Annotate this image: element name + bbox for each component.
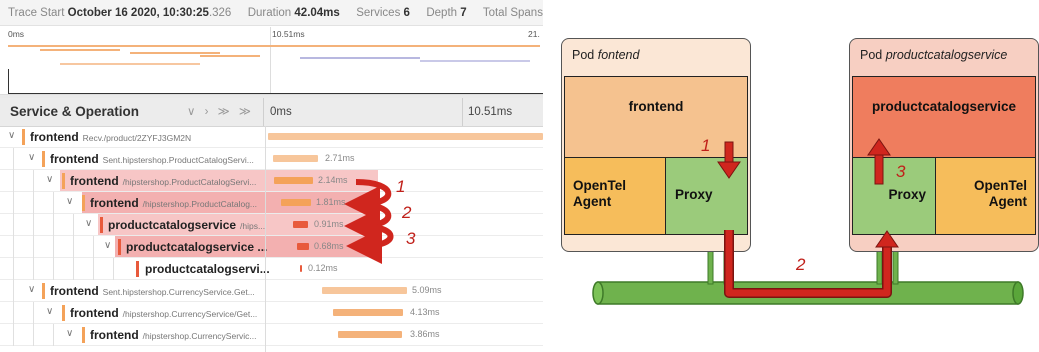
step-label-3: 3 bbox=[896, 162, 906, 181]
flow-arrow-3 bbox=[867, 138, 891, 185]
call-arrows: 1 2 3 bbox=[344, 177, 416, 264]
architecture-diagram: Pod fontend frontend OpenTel Agent Proxy… bbox=[543, 0, 1039, 352]
arrow-step-1 bbox=[344, 179, 392, 222]
trace-view: Trace Start October 16 2020, 10:30:25.32… bbox=[0, 0, 543, 352]
arrow-label-2: 2 bbox=[401, 203, 412, 222]
arrow-label-1: 1 bbox=[396, 177, 405, 196]
arrow-step-2 bbox=[344, 201, 392, 244]
arrow-label-3: 3 bbox=[406, 229, 416, 248]
flow-arrow-1 bbox=[717, 141, 741, 179]
step-label-1: 1 bbox=[701, 136, 710, 155]
step-label-2: 2 bbox=[795, 255, 806, 274]
request-flow-arrows: 1 2 3 bbox=[701, 136, 906, 298]
arrow-step-3 bbox=[346, 223, 394, 264]
flow-arrow-2 bbox=[724, 230, 899, 298]
